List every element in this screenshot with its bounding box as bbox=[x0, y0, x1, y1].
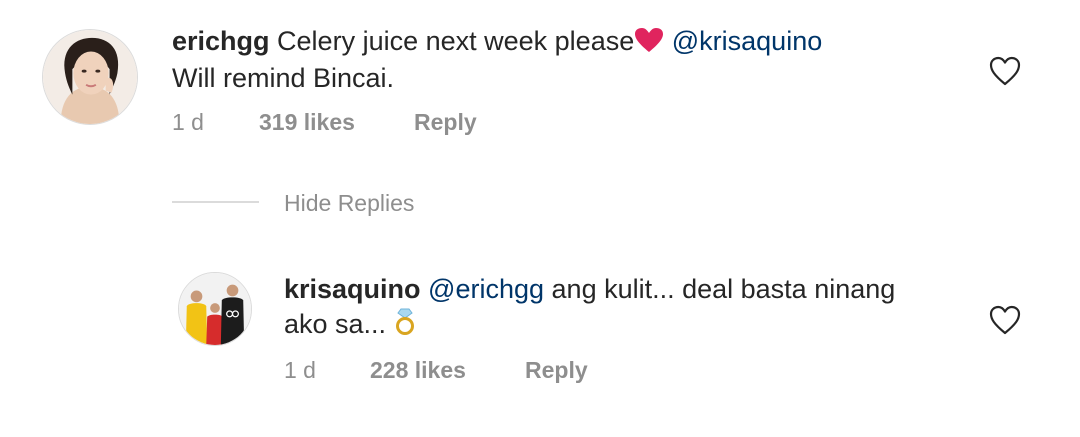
comment-body: erichgg Celery juice next week please @k… bbox=[172, 24, 972, 95]
avatar[interactable] bbox=[178, 272, 252, 346]
comment-text-line2: Will remind Bincai. bbox=[172, 63, 395, 93]
comment-mention[interactable]: @krisaquino bbox=[672, 26, 822, 56]
avatar[interactable] bbox=[42, 29, 138, 125]
like-heart-icon[interactable] bbox=[989, 56, 1021, 86]
profile-photo-icon bbox=[43, 30, 137, 124]
comment-username[interactable]: erichgg bbox=[172, 26, 270, 56]
comment-time[interactable]: 1 d bbox=[172, 108, 204, 136]
comment-text: Celery juice next week please bbox=[277, 26, 635, 56]
reply-reply-button[interactable]: Reply bbox=[525, 356, 588, 384]
reply-body: krisaquino @erichgg ang kulit... deal ba… bbox=[284, 272, 964, 344]
hide-replies-label[interactable]: Hide Replies bbox=[284, 188, 414, 218]
reply-mention[interactable]: @erichgg bbox=[428, 274, 544, 304]
reply-username[interactable]: krisaquino bbox=[284, 274, 421, 304]
reply-likes[interactable]: 228 likes bbox=[370, 356, 466, 384]
divider-line bbox=[172, 201, 259, 203]
reply-time[interactable]: 1 d bbox=[284, 356, 316, 384]
comment-meta: 1 d 319 likes Reply bbox=[172, 108, 572, 136]
like-heart-icon[interactable] bbox=[989, 305, 1021, 335]
comment-likes[interactable]: 319 likes bbox=[259, 108, 355, 136]
heart-emoji-icon bbox=[634, 27, 664, 61]
comments-panel: erichgg Celery juice next week please @k… bbox=[0, 0, 1080, 437]
reply-text-line2: ako sa... bbox=[284, 309, 387, 339]
ring-emoji-icon bbox=[394, 306, 416, 344]
reply-text: ang kulit... deal basta ninang bbox=[551, 274, 896, 304]
comment-reply-button[interactable]: Reply bbox=[414, 108, 477, 136]
reply-meta: 1 d 228 likes Reply bbox=[284, 356, 684, 384]
profile-photo-icon bbox=[179, 273, 251, 345]
